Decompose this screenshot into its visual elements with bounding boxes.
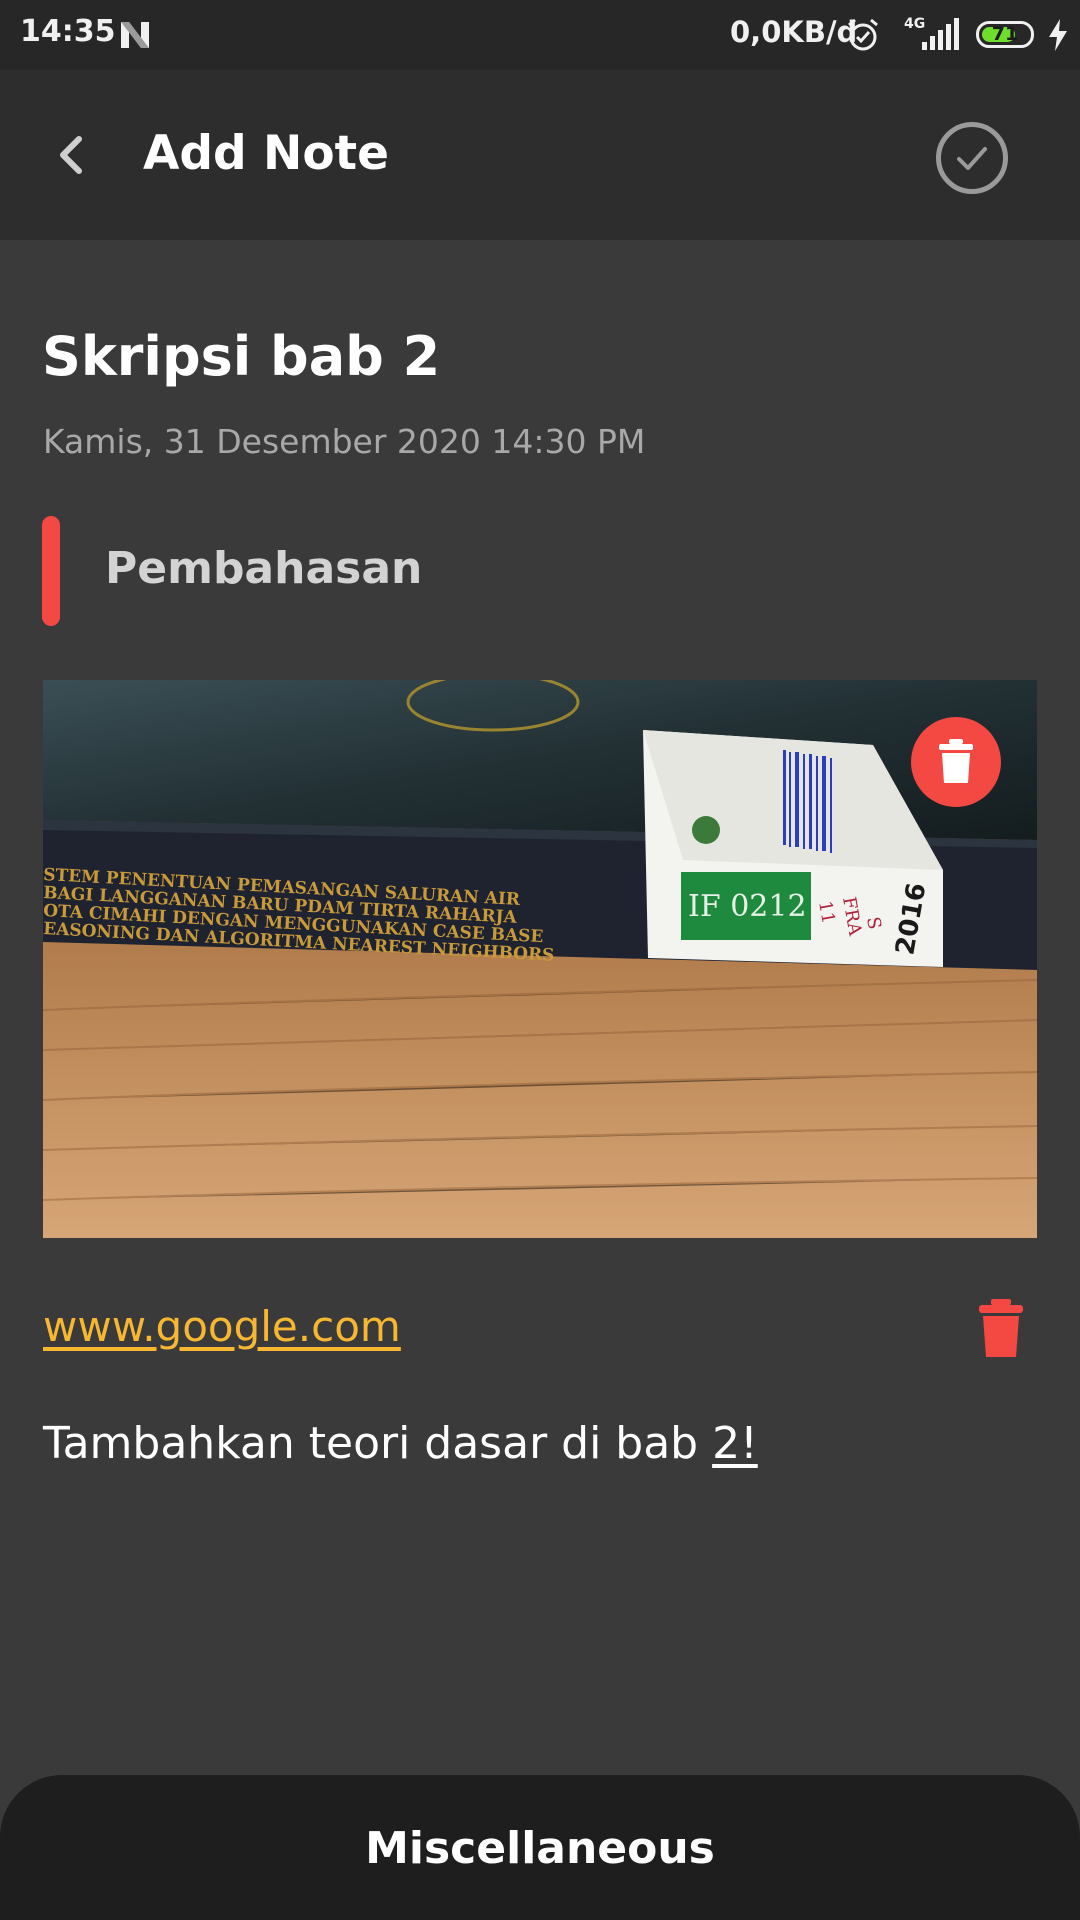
battery-level: 71: [991, 23, 1019, 45]
label-num: 11: [814, 899, 839, 925]
miscellaneous-label: Miscellaneous: [365, 1823, 715, 1874]
note-title-input[interactable]: Skripsi bab 2: [42, 325, 440, 388]
delete-image-button[interactable]: [911, 717, 1001, 807]
label-code: IF 0212: [688, 889, 807, 924]
battery-icon: 71: [976, 21, 1034, 48]
chevron-left-icon: [60, 136, 82, 174]
note-body-underlined: 2!: [712, 1418, 758, 1469]
note-body-text: Tambahkan teori dasar di bab: [43, 1418, 713, 1469]
trash-icon: [939, 739, 973, 783]
n-icon: [121, 22, 149, 48]
alarm-icon: [848, 18, 878, 51]
status-bar: 14:35 0,0KB/d 4G 71: [0, 0, 1080, 70]
network-speed: 0,0KB/d: [730, 15, 858, 49]
note-image: STEM PENENTUAN PEMASANGAN SALURAN AIR BA…: [43, 680, 1037, 1238]
app-bar: Add Note: [0, 70, 1080, 240]
charging-bolt-icon: [1049, 19, 1067, 51]
note-web-link[interactable]: www.google.com: [43, 1302, 401, 1351]
book-photo: STEM PENENTUAN PEMASANGAN SALURAN AIR BA…: [43, 680, 1037, 1238]
signal-icon: [922, 18, 959, 50]
trash-icon: [979, 1299, 1023, 1357]
miscellaneous-sheet[interactable]: Miscellaneous: [0, 1775, 1080, 1920]
check-icon: [957, 147, 987, 170]
back-button[interactable]: [42, 125, 102, 185]
note-body-input[interactable]: Tambahkan teori dasar di bab 2!: [43, 1418, 758, 1469]
save-note-button[interactable]: [936, 122, 1008, 194]
page-title: Add Note: [143, 126, 389, 181]
delete-link-button[interactable]: [974, 1297, 1028, 1359]
subtitle-color-indicator: [42, 516, 60, 626]
status-time: 14:35: [20, 14, 116, 49]
note-datetime: Kamis, 31 Desember 2020 14:30 PM: [43, 422, 646, 461]
note-subtitle-input[interactable]: Pembahasan: [105, 543, 422, 594]
